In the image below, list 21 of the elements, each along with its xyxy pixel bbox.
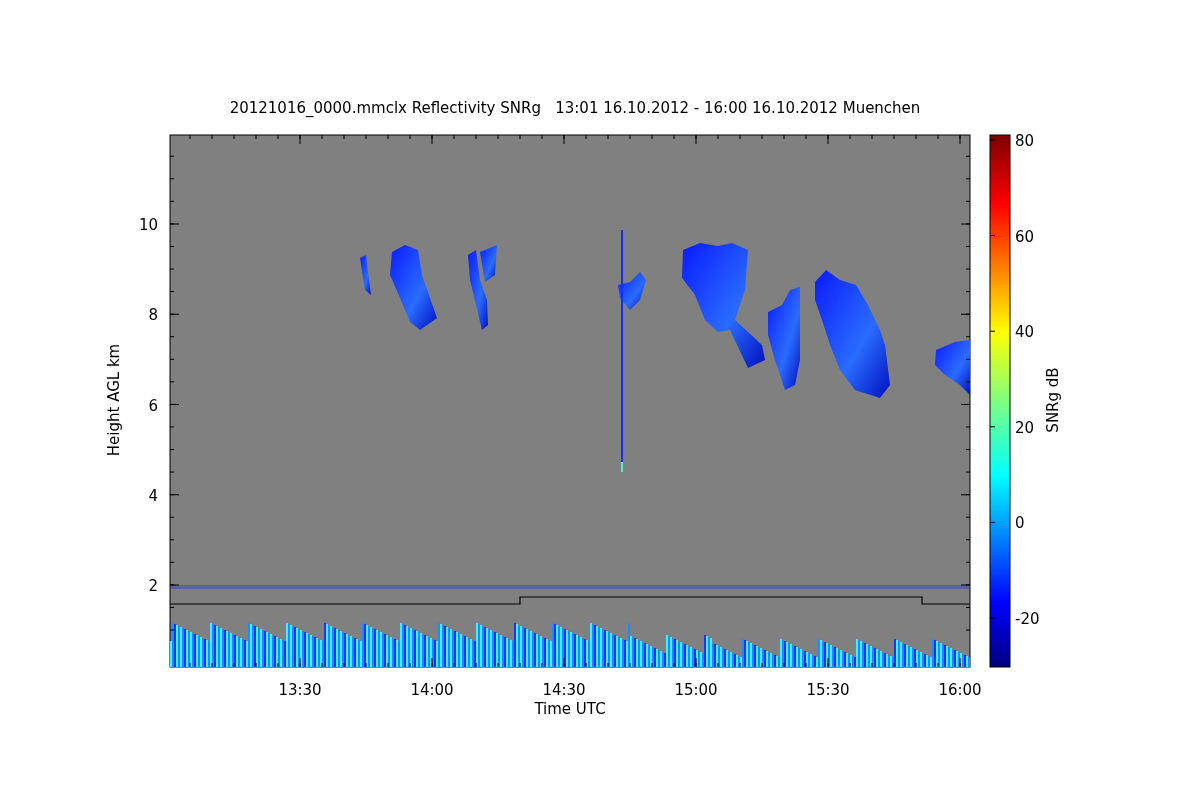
x-tick-label: 15:00 <box>674 681 718 699</box>
y-tick-label: 2 <box>148 577 158 595</box>
x-tick-label: 14:30 <box>542 681 586 699</box>
colorbar-tick-label: 80 <box>1015 132 1035 150</box>
x-tick-label: 13:30 <box>278 681 322 699</box>
y-tick-label: 6 <box>148 396 158 415</box>
y-tick-label: 4 <box>148 486 158 505</box>
colorbar-tick-label: 20 <box>1015 418 1035 437</box>
x-tick-label: 16:00 <box>938 681 982 699</box>
x-axis-label: Time UTC <box>534 700 606 718</box>
y-axis-label: Height AGL km <box>105 343 123 457</box>
chart-title: 20121016_0000.mmclx Reflectivity SNRg 13:01 16.10.2012 - 16:00 16.10.2012 Muenchen <box>229 99 921 117</box>
colorbar-label: SNRg dB <box>1044 367 1062 433</box>
colorbar-tick-label: 40 <box>1015 323 1035 342</box>
y-tick-label: 8 <box>148 306 158 325</box>
colorbar-tick-label: 60 <box>1015 227 1035 246</box>
x-tick-label: 15:30 <box>806 681 850 699</box>
x-tick-label: 14:00 <box>410 681 454 699</box>
y-tick-label: 10 <box>138 216 158 234</box>
colorbar-tick-label: 0 <box>1015 514 1025 533</box>
colorbar-tick-label: -20 <box>1015 610 1040 628</box>
